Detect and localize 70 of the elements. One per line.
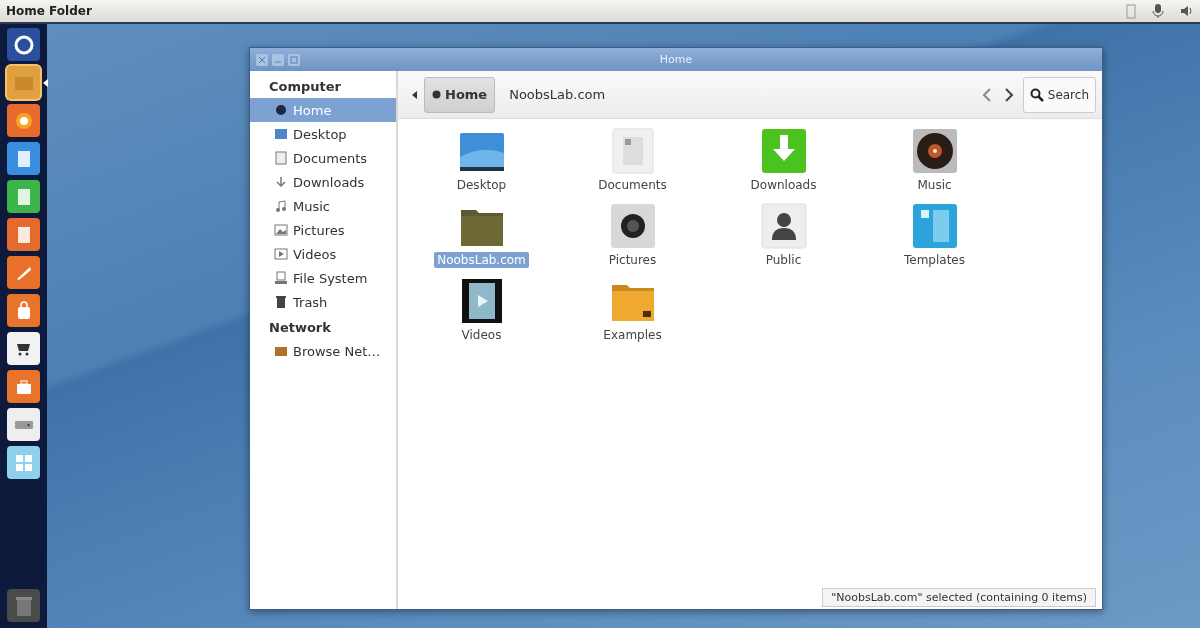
sidebar-item[interactable]: Browse Net… (250, 339, 396, 363)
trash-icon (13, 594, 34, 617)
sidebar-label: Desktop (293, 126, 347, 142)
trash-icon (274, 295, 288, 309)
path-button[interactable]: NoobsLab.com (501, 76, 614, 113)
document-icon (274, 151, 288, 165)
maximize-icon[interactable] (288, 53, 300, 66)
templates-folder-icon (910, 202, 959, 250)
app-title: Home Folder (6, 4, 92, 18)
sidebar-item[interactable]: File System (250, 266, 396, 290)
camera-icon (608, 202, 657, 250)
sidebar-label: Browse Net… (293, 343, 381, 359)
sidebar-label: Downloads (293, 174, 365, 190)
sidebar-heading: Computer (268, 79, 343, 96)
desktop-icon (274, 127, 288, 141)
file-name: Desktop (455, 177, 508, 193)
music-note-icon (274, 199, 288, 213)
file-name: Downloads (749, 177, 818, 193)
sidebar-item[interactable]: Trash (250, 290, 396, 314)
sidebar-item[interactable]: Music (250, 194, 396, 218)
file-item[interactable]: Videos (406, 277, 557, 352)
person-icon (759, 202, 808, 250)
sidebar-item[interactable]: Documents (250, 146, 396, 170)
volume-icon[interactable] (1180, 4, 1194, 18)
video-icon (274, 247, 288, 261)
sidebar-item[interactable]: Videos (250, 242, 396, 266)
search-button[interactable]: Search (1022, 76, 1096, 113)
sidebar-item[interactable]: Downloads (250, 170, 396, 194)
file-name: Pictures (607, 252, 658, 268)
sidebar-label: File System (293, 270, 368, 286)
file-item[interactable]: Documents (557, 127, 708, 202)
launcher-item[interactable] (7, 28, 40, 61)
dash-icon (12, 33, 35, 56)
record-icon (910, 127, 959, 175)
search-icon (1029, 87, 1044, 102)
file-item[interactable]: Desktop (406, 127, 557, 202)
download-folder-icon (759, 127, 808, 175)
sidebar-label: Trash (293, 294, 328, 310)
launcher-item[interactable] (7, 332, 40, 365)
window-title: Home (659, 53, 693, 66)
sidebar-item[interactable]: Desktop (250, 122, 396, 146)
file-item[interactable]: Downloads (708, 127, 859, 202)
download-icon (274, 175, 288, 189)
home-icon (274, 103, 288, 117)
file-item[interactable]: Pictures (557, 202, 708, 277)
sidebar-label: Pictures (293, 222, 345, 238)
path-button[interactable]: Home (424, 76, 496, 113)
scroll-left-icon[interactable] (412, 90, 418, 99)
sidebar-label: Documents (293, 150, 368, 166)
file-item[interactable]: Music (859, 127, 1010, 202)
home-icon (432, 90, 441, 99)
status-message: "NoobsLab.com" selected (containing 0 items) (822, 588, 1096, 607)
sidebar-heading: Network (268, 320, 332, 337)
sidebar-label: Home (293, 102, 332, 118)
file-name: Music (916, 177, 953, 193)
file-name: Public (764, 252, 803, 268)
file-name: Documents (597, 177, 668, 193)
image-icon (274, 223, 288, 237)
sidebar-label: Videos (293, 246, 337, 262)
close-icon[interactable] (256, 53, 268, 66)
sidebar-item[interactable]: Pictures (250, 218, 396, 242)
file-item[interactable]: Public (708, 202, 859, 277)
file-item[interactable]: Templates (859, 202, 1010, 277)
sidebar-label: Music (293, 198, 330, 214)
file-name: NoobsLab.com (434, 252, 529, 268)
file-name: Templates (903, 252, 966, 268)
file-item[interactable]: Examples (557, 277, 708, 352)
file-name: Videos (460, 327, 503, 343)
file-name: Examples (602, 327, 663, 343)
microphone-icon[interactable] (1152, 3, 1164, 19)
